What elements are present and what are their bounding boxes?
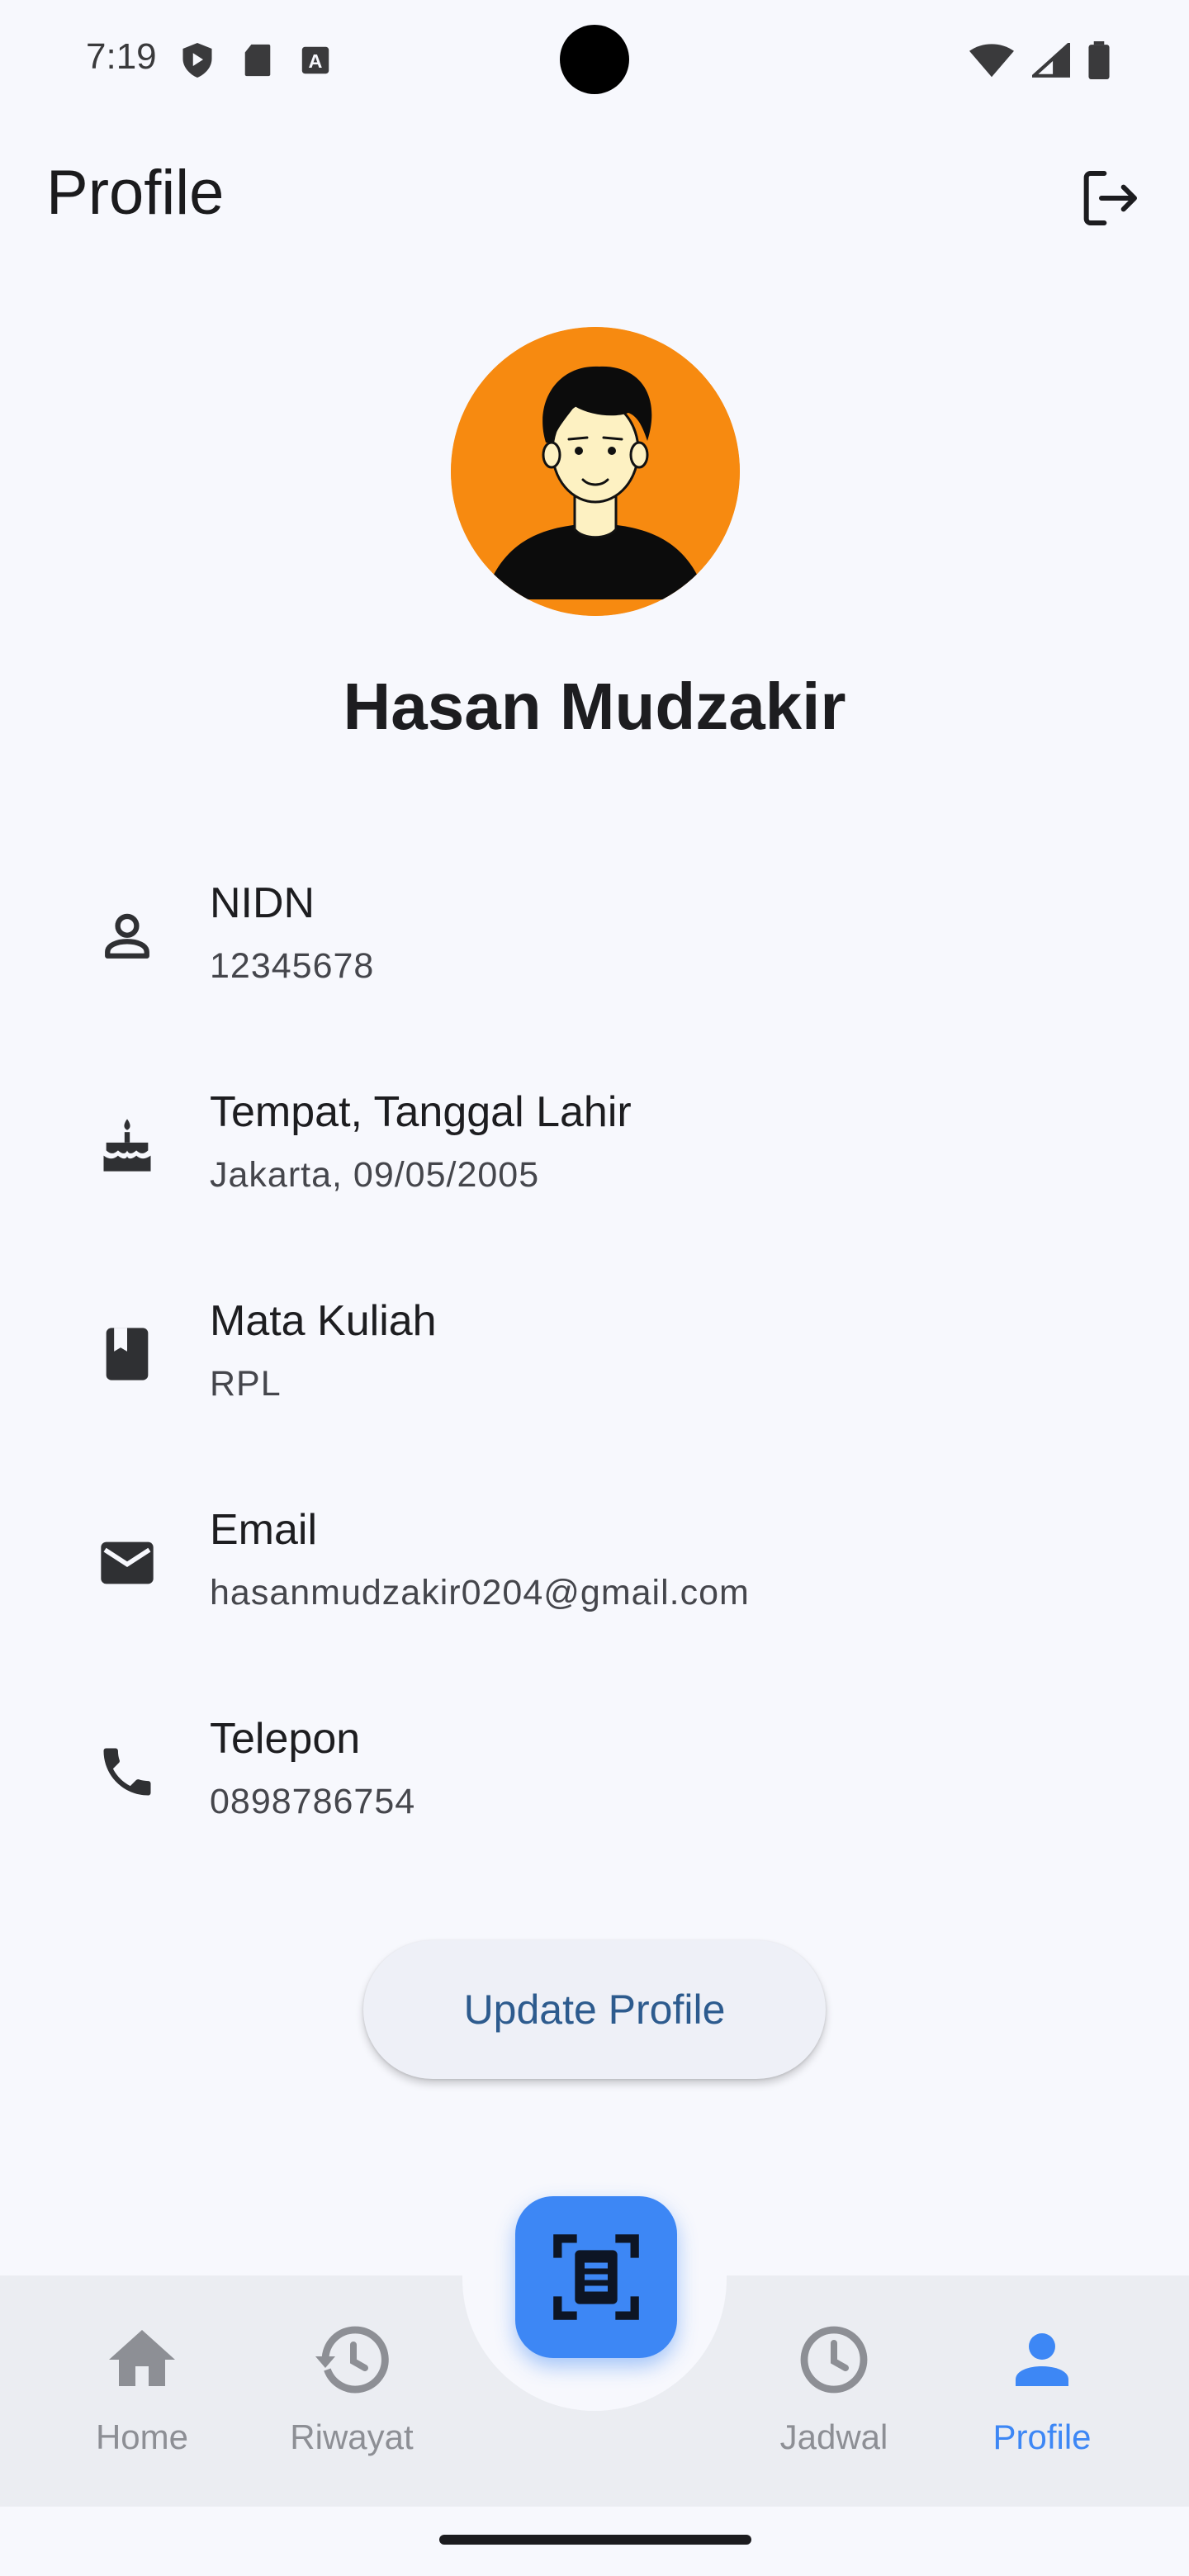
scan-fab-button[interactable] bbox=[515, 2196, 677, 2358]
info-value: RPL bbox=[210, 1364, 282, 1404]
page-title: Profile bbox=[46, 158, 225, 228]
info-value: 0898786754 bbox=[210, 1782, 416, 1821]
profile-name: Hasan Mudzakir bbox=[343, 670, 846, 743]
svg-text:A: A bbox=[309, 50, 323, 72]
info-value: Jakarta, 09/05/2005 bbox=[210, 1155, 540, 1195]
info-item-email: Email hasanmudzakir0204@gmail.com bbox=[0, 1482, 1189, 1647]
avatar bbox=[451, 327, 740, 616]
status-time: 7:19 bbox=[86, 36, 157, 77]
phone-icon bbox=[103, 1748, 151, 1796]
battery-icon bbox=[1088, 41, 1110, 79]
person-icon bbox=[105, 913, 149, 959]
shield-icon bbox=[182, 43, 212, 78]
nav-label: Jadwal bbox=[779, 2417, 888, 2456]
camera-cutout bbox=[560, 25, 629, 94]
history-icon bbox=[315, 2326, 389, 2394]
info-item-nidn: NIDN 12345678 bbox=[0, 855, 1189, 1020]
logout-icon[interactable] bbox=[1077, 165, 1143, 231]
nav-label: Riwayat bbox=[290, 2417, 414, 2456]
info-label: NIDN bbox=[210, 879, 315, 927]
email-icon bbox=[101, 1541, 154, 1584]
update-profile-button[interactable]: Update Profile bbox=[363, 1940, 826, 2079]
info-label: Email bbox=[210, 1506, 318, 1554]
nav-item-riwayat[interactable]: Riwayat bbox=[269, 2320, 434, 2457]
avatar-illustration bbox=[451, 327, 740, 616]
info-item-birth: Tempat, Tanggal Lahir Jakarta, 09/05/200… bbox=[0, 1064, 1189, 1229]
book-icon bbox=[106, 1328, 149, 1380]
info-item-phone: Telepon 0898786754 bbox=[0, 1691, 1189, 1856]
scan-document-icon bbox=[553, 2234, 639, 2320]
wifi-icon bbox=[969, 44, 1014, 78]
status-left-icons: A bbox=[180, 41, 330, 79]
info-value: 12345678 bbox=[210, 946, 375, 986]
font-icon: A bbox=[301, 46, 329, 74]
nav-label: Profile bbox=[992, 2417, 1092, 2456]
status-bar: 7:19 A bbox=[0, 0, 1189, 116]
info-value: hasanmudzakir0204@gmail.com bbox=[210, 1573, 750, 1612]
info-label: Mata Kuliah bbox=[210, 1297, 437, 1345]
info-label: Tempat, Tanggal Lahir bbox=[210, 1088, 632, 1136]
nav-label: Home bbox=[95, 2417, 189, 2456]
nav-item-jadwal[interactable]: Jadwal bbox=[751, 2320, 917, 2457]
home-icon bbox=[109, 2330, 175, 2386]
status-right-icons bbox=[969, 41, 1110, 79]
cake-icon bbox=[103, 1119, 151, 1172]
home-indicator bbox=[439, 2535, 751, 2545]
info-label: Telepon bbox=[210, 1715, 361, 1763]
person-icon bbox=[1016, 2333, 1068, 2386]
signal-icon bbox=[1032, 43, 1070, 78]
sd-card-icon bbox=[244, 44, 271, 77]
info-item-course: Mata Kuliah RPL bbox=[0, 1273, 1189, 1438]
clock-icon bbox=[800, 2326, 868, 2394]
nav-item-home[interactable]: Home bbox=[59, 2320, 225, 2457]
nav-item-profile[interactable]: Profile bbox=[959, 2320, 1125, 2457]
